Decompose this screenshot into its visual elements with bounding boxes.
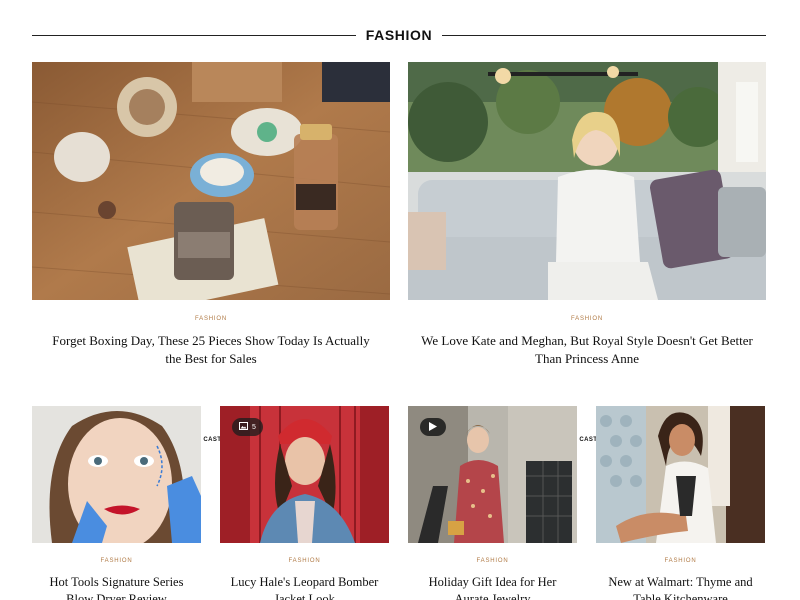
gallery-count: 5: [252, 423, 256, 431]
featured-article-1[interactable]: FASHION Forget Boxing Day, These 25 Piec…: [32, 62, 390, 443]
article-category[interactable]: FASHION: [220, 558, 389, 564]
article-category[interactable]: FASHION: [32, 558, 201, 564]
article-title[interactable]: New at Walmart: Thyme and Table Kitchenw…: [596, 574, 765, 600]
article-card-4[interactable]: FASHION New at Walmart: Thyme and Table …: [596, 406, 765, 600]
article-card-2[interactable]: 5 FASHION Lucy Hale's Leopard Bomber Jac…: [220, 406, 389, 600]
article-card-1[interactable]: FASHION Hot Tools Signature Series Blow …: [32, 406, 201, 600]
article-title[interactable]: Lucy Hale's Leopard Bomber Jacket Look: [220, 574, 389, 600]
section-title[interactable]: FASHION: [356, 27, 442, 43]
article-title[interactable]: Hot Tools Signature Series Blow Dryer Re…: [32, 574, 201, 600]
article-category[interactable]: FASHION: [596, 558, 765, 564]
article-image[interactable]: [408, 62, 766, 300]
featured-article-2[interactable]: FASHION We Love Kate and Meghan, But Roy…: [408, 62, 766, 443]
video-badge[interactable]: [420, 418, 446, 436]
article-title[interactable]: Forget Boxing Day, These 25 Pieces Show …: [32, 332, 390, 368]
article-image[interactable]: [32, 62, 390, 300]
article-category[interactable]: FASHION: [32, 316, 390, 322]
article-title[interactable]: We Love Kate and Meghan, But Royal Style…: [408, 332, 766, 368]
article-image[interactable]: [596, 406, 765, 543]
article-card-3[interactable]: FASHION Holiday Gift Idea for Her Aurate…: [408, 406, 577, 600]
header-rule-right: [442, 34, 766, 36]
gallery-badge[interactable]: 5: [232, 418, 263, 436]
article-title[interactable]: Holiday Gift Idea for Her Aurate Jewelry: [408, 574, 577, 600]
article-category[interactable]: FASHION: [408, 316, 766, 322]
section-header: FASHION: [32, 24, 766, 46]
article-image[interactable]: [32, 406, 201, 543]
play-icon: [429, 418, 437, 436]
article-category[interactable]: FASHION: [408, 558, 577, 564]
header-rule-left: [32, 34, 356, 36]
image-gallery-icon: [239, 422, 248, 432]
